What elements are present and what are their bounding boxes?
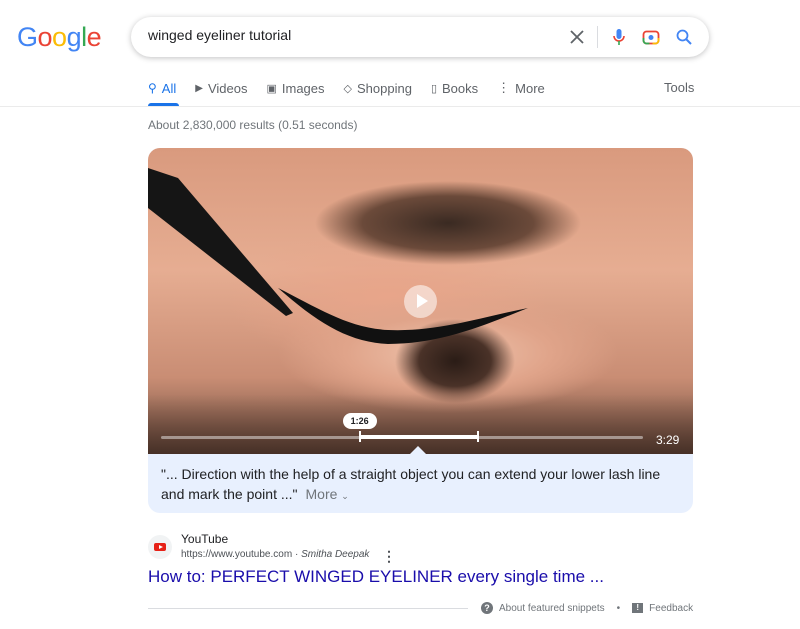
search-box [131,17,709,57]
snippet-text: "... Direction with the help of a straig… [161,464,681,506]
video-icon: ▶︎ [195,82,203,94]
featured-snippet: 1:26 3:29 "... Direction with the help o… [148,148,693,513]
tag-icon: ◇ [343,82,352,95]
tools-button[interactable]: Tools [664,80,694,95]
tab-videos[interactable]: ▶︎ Videos [195,80,247,96]
microphone-icon[interactable] [609,27,629,47]
more-button[interactable]: More ⌄ [306,486,349,502]
video-thumbnail[interactable]: 1:26 3:29 [148,148,693,454]
current-time-bubble: 1:26 [342,413,377,429]
tab-label: Videos [207,80,248,96]
tab-label: More [515,80,545,96]
tab-label: Images [281,80,325,96]
tab-books[interactable]: ▯ Books [431,80,478,96]
clip-start-marker [358,431,361,442]
snippet-quote: "... Direction with the help of a straig… [161,466,661,502]
more-label: More [305,486,338,502]
tab-label: Shopping [356,80,412,96]
separator-dot: • [616,602,621,614]
tab-all[interactable]: ⚲ All [148,80,176,96]
url-text: https://www.youtube.com [181,549,293,560]
google-logo[interactable]: Google [17,22,102,53]
eyeliner-pen [148,168,293,316]
kebab-icon: ⋮ [497,80,511,95]
youtube-icon [148,535,172,559]
tab-label: All [161,80,177,96]
kebab-icon[interactable]: ⋮ [382,548,396,565]
about-featured-snippets-link[interactable]: About featured snippets [499,603,605,614]
search-input[interactable] [148,27,548,43]
divider [597,26,598,48]
clip-segment [359,435,479,439]
snippet-pointer [410,446,426,454]
play-button[interactable] [404,285,437,318]
close-icon[interactable] [567,27,587,47]
search-tabs: ⚲ All ▶︎ Videos ▣ Images ◇ Shopping ▯ Books ⋮… [148,80,564,96]
video-duration: 3:29 [656,433,680,447]
clip-end-marker [477,431,480,442]
feedback-link[interactable]: Feedback [649,603,693,614]
site-name[interactable]: YouTube [181,532,228,546]
video-shade [148,394,693,454]
camera-lens-icon[interactable] [641,27,661,47]
search-icon[interactable] [674,27,694,47]
result-stats: About 2,830,000 results (0.51 seconds) [148,118,358,132]
search-icon: ⚲ [148,81,157,95]
chevron-down-icon: ⌄ [341,491,349,501]
divider [0,106,800,107]
tab-images[interactable]: ▣ Images [266,80,324,96]
snippet-footer: ? About featured snippets • ! Feedback [481,602,693,614]
help-icon: ? [481,602,493,614]
separator: · [292,549,302,560]
tab-label: Books [442,80,479,96]
tab-more[interactable]: ⋮ More [497,80,545,96]
image-icon: ▣ [266,82,277,95]
feedback-icon: ! [632,603,644,613]
book-icon: ▯ [430,82,437,95]
tab-shopping[interactable]: ◇ Shopping [344,80,412,96]
author: Smitha Deepak [301,549,370,560]
result-title-link[interactable]: How to: PERFECT WINGED EYELINER every si… [148,567,604,587]
result-url: https://www.youtube.com · Smitha Deepak [181,549,369,560]
divider [148,608,468,609]
